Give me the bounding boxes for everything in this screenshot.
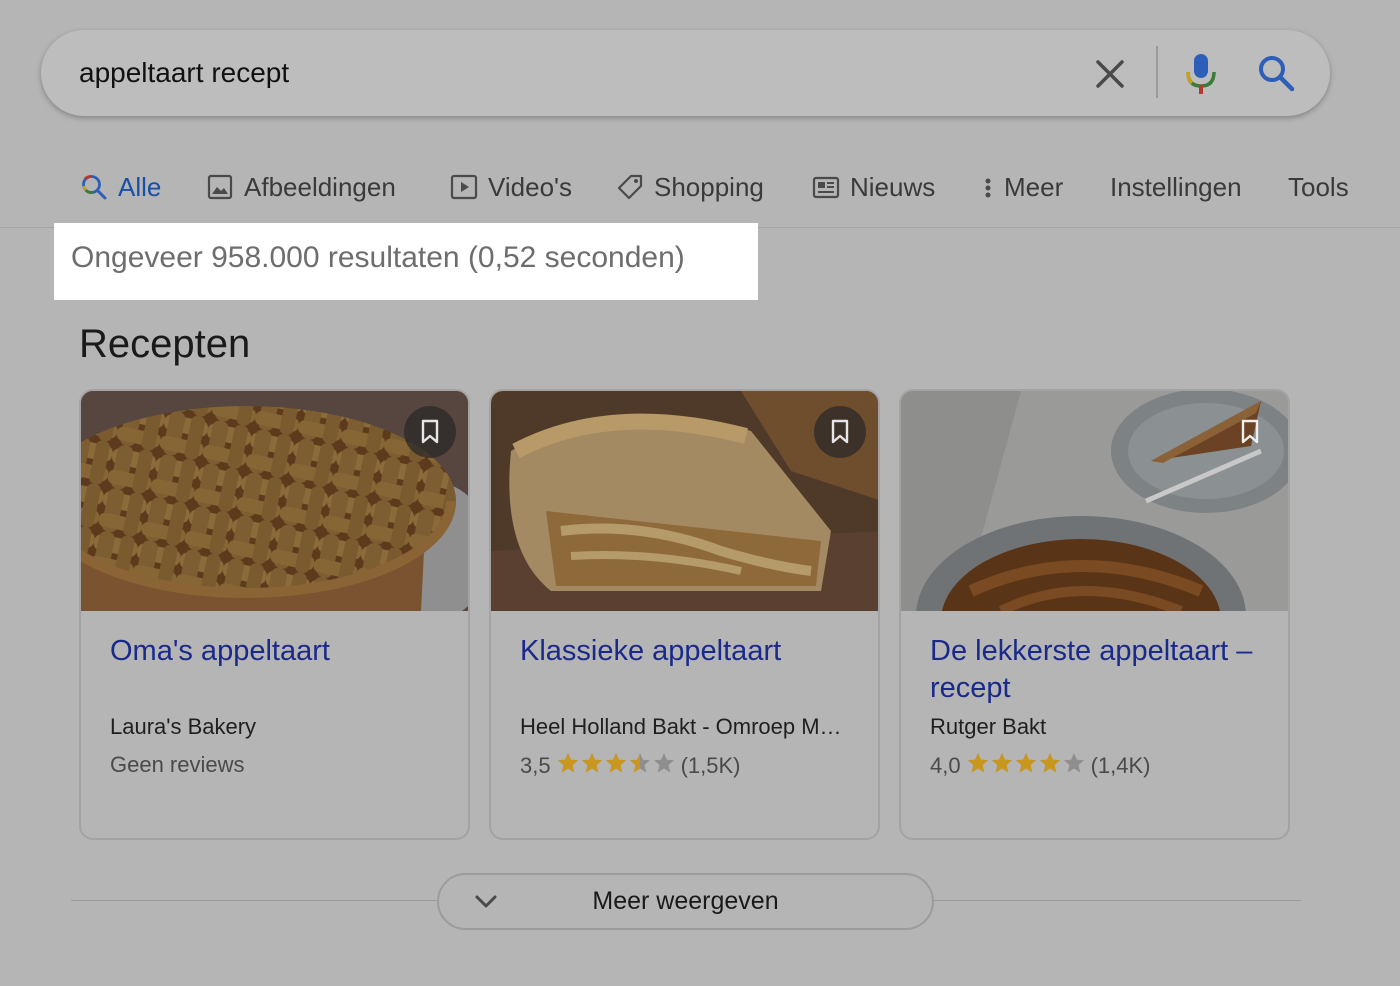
show-more-label: Meer weergeven bbox=[592, 887, 779, 915]
result-stats-highlight: Ongeveer 958.000 resultaten (0,52 second… bbox=[54, 223, 758, 300]
star-icon bbox=[557, 753, 578, 773]
star-icon bbox=[653, 753, 674, 773]
tab-label: Tools bbox=[1288, 171, 1349, 202]
recipe-card[interactable]: Klassieke appeltaart Heel Holland Bakt -… bbox=[489, 389, 880, 840]
search-box bbox=[41, 30, 1330, 116]
tab-label: Shopping bbox=[654, 171, 764, 202]
tab-label: Alle bbox=[118, 171, 162, 202]
voice-search-button[interactable] bbox=[1183, 52, 1219, 96]
tab-label: Nieuws bbox=[850, 171, 936, 202]
tab-shopping[interactable]: Shopping bbox=[616, 168, 764, 206]
result-stats: Ongeveer 958.000 resultaten (0,52 second… bbox=[71, 241, 685, 274]
show-more-divider bbox=[934, 900, 1301, 901]
tag-icon bbox=[616, 173, 644, 201]
tab-tools[interactable]: Tools bbox=[1288, 168, 1349, 206]
search-input[interactable] bbox=[79, 54, 1059, 92]
star-icon bbox=[967, 753, 988, 773]
microphone-icon bbox=[1186, 54, 1216, 94]
close-icon bbox=[1096, 60, 1124, 88]
tab-label: Video's bbox=[488, 171, 572, 202]
star-rating bbox=[557, 752, 675, 780]
bookmark-icon bbox=[831, 419, 849, 444]
star-rating bbox=[967, 752, 1085, 780]
recipe-title-link[interactable]: Klassieke appeltaart bbox=[520, 633, 860, 670]
tab-settings[interactable]: Instellingen bbox=[1110, 168, 1242, 206]
tab-images[interactable]: Afbeeldingen bbox=[206, 168, 396, 206]
show-more-divider bbox=[71, 900, 437, 901]
section-title: Recepten bbox=[79, 322, 251, 366]
bookmark-icon bbox=[1241, 419, 1259, 444]
search-icon bbox=[1259, 56, 1295, 92]
star-icon bbox=[605, 753, 626, 773]
more-vert-icon bbox=[976, 173, 994, 201]
star-icon bbox=[1039, 753, 1060, 773]
tab-label: Instellingen bbox=[1110, 171, 1242, 202]
review-count: (1,4K) bbox=[1090, 753, 1151, 778]
bookmark-button[interactable] bbox=[1224, 406, 1276, 458]
video-icon bbox=[450, 173, 478, 201]
recipe-title-link[interactable]: Oma's appeltaart bbox=[110, 633, 450, 670]
recipe-source: Laura's Bakery bbox=[110, 714, 257, 739]
clear-search-button[interactable] bbox=[1091, 55, 1129, 93]
search-button[interactable] bbox=[1255, 52, 1297, 94]
rating-value: 3,5 bbox=[520, 753, 551, 778]
tab-label: Afbeeldingen bbox=[244, 171, 396, 202]
tab-news[interactable]: Nieuws bbox=[812, 168, 935, 206]
tab-all[interactable]: Alle bbox=[80, 168, 161, 206]
star-icon bbox=[991, 753, 1012, 773]
news-icon bbox=[812, 173, 840, 201]
recipe-source: Rutger Bakt bbox=[930, 714, 1047, 739]
image-icon bbox=[206, 173, 234, 201]
recipe-rating: 4,0 (1,4K) bbox=[930, 752, 1151, 780]
star-icon bbox=[581, 753, 602, 773]
bookmark-button[interactable] bbox=[404, 406, 456, 458]
search-box-divider bbox=[1156, 46, 1158, 98]
no-reviews-text: Geen reviews bbox=[110, 752, 245, 777]
review-count: (1,5K) bbox=[680, 753, 741, 778]
bookmark-icon bbox=[421, 419, 439, 444]
star-icon bbox=[629, 753, 650, 773]
tab-more[interactable]: Meer bbox=[976, 168, 1063, 206]
star-icon bbox=[1015, 753, 1036, 773]
recipe-rating: 3,5 (1,5K) bbox=[520, 752, 741, 780]
tab-videos[interactable]: Video's bbox=[450, 168, 572, 206]
recipe-title-link[interactable]: De lekkerste appeltaart – recept bbox=[930, 633, 1270, 707]
star-icon bbox=[1063, 753, 1084, 773]
recipe-card[interactable]: Oma's appeltaart Laura's Bakery Geen rev… bbox=[79, 389, 470, 840]
bookmark-button[interactable] bbox=[814, 406, 866, 458]
recipe-reviews: Geen reviews bbox=[110, 752, 245, 778]
recipe-source: Heel Holland Bakt - Omroep M… bbox=[520, 714, 842, 739]
rating-value: 4,0 bbox=[930, 753, 961, 778]
recipe-card[interactable]: De lekkerste appeltaart – recept Rutger … bbox=[899, 389, 1290, 840]
show-more-button[interactable]: Meer weergeven bbox=[437, 873, 934, 930]
tab-label: Meer bbox=[1004, 171, 1064, 202]
search-icon bbox=[80, 173, 108, 201]
